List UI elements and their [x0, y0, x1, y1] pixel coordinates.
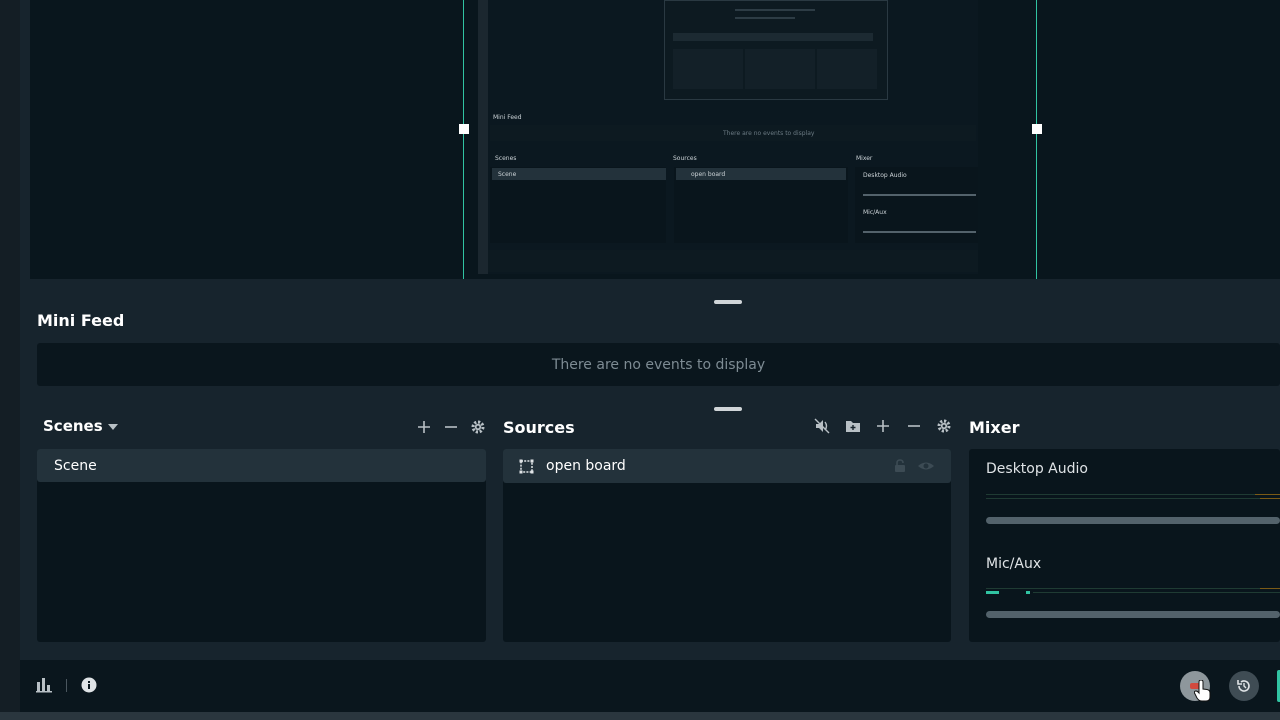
minifeed-empty-message: There are no events to display — [551, 356, 766, 373]
sources-gear-icon[interactable] — [935, 417, 953, 435]
desktop-audio-volume-slider[interactable] — [986, 517, 1280, 524]
resize-grip-bottom[interactable] — [714, 407, 742, 411]
resize-handle-left[interactable] — [459, 124, 469, 134]
lock-icon[interactable] — [892, 458, 908, 478]
add-folder-icon[interactable] — [844, 417, 862, 435]
mouse-cursor-icon — [1193, 679, 1212, 706]
replay-icon — [1236, 678, 1252, 694]
mic-aux-volume-slider[interactable] — [986, 611, 1280, 618]
scene-row[interactable]: Scene — [37, 449, 486, 482]
add-source-icon[interactable] — [874, 417, 892, 435]
resize-handle-right[interactable] — [1032, 124, 1042, 134]
desktop-audio-meter — [986, 494, 1280, 495]
scene-label: Scene — [54, 457, 97, 474]
source-label: open board — [546, 458, 626, 474]
app-window: Mini Feed There are no events to display… — [0, 0, 1280, 720]
left-sidebar-strip — [0, 0, 20, 712]
mixer-channel-label: Desktop Audio — [986, 461, 1088, 477]
mixer-channel-label: Mic/Aux — [986, 556, 1042, 572]
add-scene-icon[interactable] — [415, 418, 433, 436]
sources-title: Sources — [503, 418, 575, 437]
bar-chart-icon[interactable] — [36, 677, 52, 697]
scenes-gear-icon[interactable] — [469, 418, 487, 436]
bottom-edge — [0, 712, 1280, 720]
mixer-title: Mixer — [969, 418, 1020, 437]
remove-source-icon[interactable] — [905, 417, 923, 435]
scenes-title[interactable]: Scenes — [43, 417, 103, 435]
info-icon[interactable] — [81, 677, 97, 697]
resize-grip-top[interactable] — [714, 300, 742, 304]
replay-button[interactable] — [1229, 671, 1259, 701]
minifeed-title: Mini Feed — [37, 311, 125, 330]
source-row[interactable]: open board — [503, 449, 951, 483]
audio-mute-icon[interactable] — [813, 417, 831, 435]
footer-divider — [66, 679, 67, 692]
footer-bar — [20, 660, 1280, 712]
source-type-icon — [519, 459, 534, 474]
visibility-eye-icon[interactable] — [917, 458, 935, 478]
mic-aux-meter — [986, 588, 1280, 589]
selection-bounding-box[interactable] — [463, 0, 1037, 279]
remove-scene-icon[interactable] — [442, 418, 460, 436]
mic-aux-level-indicator — [986, 591, 999, 594]
scenes-dropdown-icon[interactable] — [104, 418, 122, 436]
minifeed-box: There are no events to display — [37, 343, 1280, 386]
